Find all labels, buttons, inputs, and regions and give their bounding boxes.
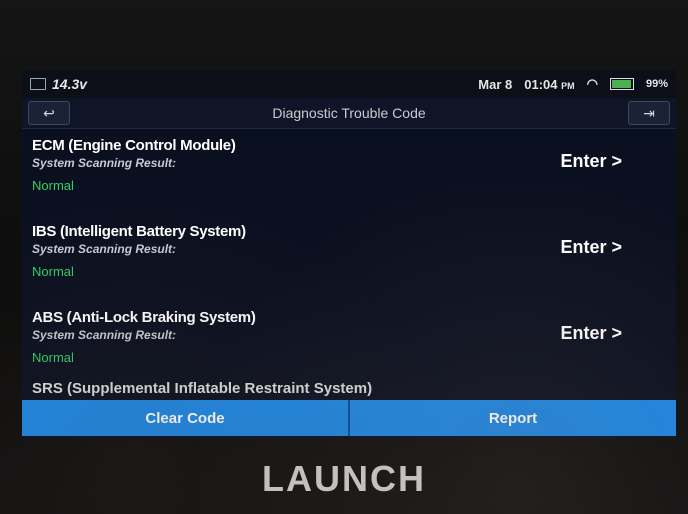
time-text: 01:04	[524, 76, 558, 92]
exit-icon: ⇥	[643, 104, 655, 121]
back-button[interactable]: ↩	[28, 101, 70, 125]
report-button[interactable]: Report	[350, 400, 676, 436]
enter-button[interactable]: Enter >	[560, 151, 622, 172]
list-item[interactable]: ECM (Engine Control Module) System Scann…	[22, 129, 676, 215]
enter-button[interactable]: Enter >	[560, 323, 622, 344]
device-body: 14.3v Mar 8 01:04 PM ◠ 99% ↩ Diagnostic …	[0, 0, 688, 514]
voltage-readout: 14.3v	[52, 76, 88, 92]
date-text: Mar 8	[478, 76, 513, 92]
system-list: ECM (Engine Control Module) System Scann…	[22, 129, 676, 387]
list-item[interactable]: ABS (Anti-Lock Braking System) System Sc…	[22, 301, 676, 387]
status-bar: 14.3v Mar 8 01:04 PM ◠ 99%	[22, 70, 676, 98]
battery-icon	[609, 78, 634, 90]
system-status: Normal	[32, 178, 74, 193]
exit-button[interactable]: ⇥	[628, 101, 670, 125]
system-status: Normal	[32, 350, 74, 365]
title-bar: ↩ Diagnostic Trouble Code ⇥	[22, 98, 676, 129]
screen: 14.3v Mar 8 01:04 PM ◠ 99% ↩ Diagnostic …	[22, 70, 676, 438]
partial-list-item[interactable]: SRS (Supplemental Inflatable Restraint S…	[32, 380, 372, 397]
page-title: Diagnostic Trouble Code	[272, 105, 426, 121]
brand-logo: LAUNCH	[262, 458, 426, 499]
clear-code-button[interactable]: Clear Code	[22, 400, 348, 436]
wifi-icon: ◠	[586, 76, 598, 91]
enter-button[interactable]: Enter >	[560, 237, 622, 258]
battery-percent: 99%	[645, 78, 668, 90]
system-status: Normal	[32, 264, 74, 279]
car-battery-icon	[30, 78, 46, 90]
action-bar: Clear Code Report	[22, 400, 676, 436]
back-arrow-icon: ↩	[43, 104, 55, 121]
list-item[interactable]: IBS (Intelligent Battery System) System …	[22, 215, 676, 301]
ampm-text: PM	[561, 80, 575, 91]
